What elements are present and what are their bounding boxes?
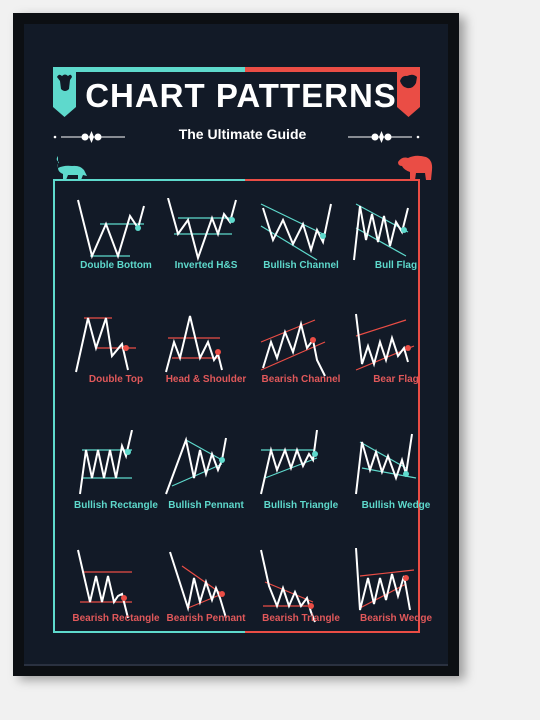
bull-head-icon (53, 67, 76, 117)
poster-subtitle: The Ultimate Guide (178, 126, 307, 142)
pattern-double-bottom: Double Bottom (70, 198, 162, 308)
breakout-point (320, 233, 326, 239)
pattern-diagram (260, 203, 332, 261)
pattern-diagram (355, 548, 415, 611)
bull-icon (54, 154, 88, 180)
pattern-diagram (167, 198, 237, 262)
trend-line (187, 593, 223, 609)
trend-line (359, 441, 407, 469)
poster-title: CHART PATTERNS (85, 77, 397, 114)
price-line (260, 549, 316, 623)
price-line (169, 551, 227, 619)
price-line (77, 199, 145, 260)
breakout-point (229, 217, 235, 223)
breakout-point (219, 591, 225, 597)
pattern-bearish-pennant: Bearish Pennant (160, 548, 252, 658)
breakout-point (219, 457, 225, 463)
pattern-diagram (260, 319, 326, 377)
breakout-point (125, 449, 131, 455)
pattern-bull-flag: Bull Flag (350, 198, 442, 308)
pattern-bullish-channel: Bullish Channel (255, 198, 347, 308)
breakout-point (215, 349, 221, 355)
breakout-point (135, 225, 141, 231)
pattern-diagram (165, 315, 223, 373)
breakout-point (403, 575, 409, 581)
price-line (355, 433, 413, 495)
pattern-bearish-triangle: Bearish Triangle (255, 548, 347, 658)
pattern-diagram (353, 203, 409, 261)
pattern-bearish-rectangle: Bearish Rectangle (70, 548, 162, 658)
price-line (262, 203, 332, 254)
pattern-diagram (77, 549, 132, 619)
pattern-label: Bull Flag (374, 260, 418, 271)
banner-bar-bullish (53, 67, 245, 72)
price-line (79, 430, 133, 495)
price-line (355, 548, 411, 611)
price-line (75, 317, 129, 373)
pattern-bullish-pennant: Bullish Pennant (160, 430, 252, 540)
pattern-diagram (260, 549, 316, 623)
pattern-label: Bullish Wedge (361, 500, 431, 511)
banner-bar-bearish (245, 67, 420, 72)
pattern-diagram (169, 551, 227, 619)
pattern-bullish-rectangle: Bullish Rectangle (70, 430, 162, 540)
pattern-bearish-wedge: Bearish Wedge (350, 548, 442, 658)
breakout-point (310, 337, 316, 343)
price-line (167, 198, 237, 262)
flourish-divider-icon (345, 128, 420, 143)
frame-bevel (24, 664, 448, 666)
pattern-diagram (75, 317, 136, 373)
pattern-bullish-triangle: Bullish Triangle (255, 430, 347, 540)
price-line (165, 436, 227, 495)
pattern-inverted-hands: Inverted H&S (160, 198, 252, 308)
breakout-point (403, 471, 409, 477)
price-line (262, 320, 326, 377)
pattern-bearish-channel: Bearish Channel (255, 312, 347, 422)
breakout-point (121, 595, 127, 601)
pattern-bear-flag: Bear Flag (350, 312, 442, 422)
pattern-bullish-wedge: Bullish Wedge (350, 430, 442, 540)
pattern-diagram (355, 313, 415, 371)
breakout-point (312, 451, 318, 457)
breakout-point (405, 345, 411, 351)
price-line (260, 430, 318, 495)
price-line (165, 315, 223, 373)
trend-line (185, 439, 223, 461)
pattern-diagram (77, 199, 145, 260)
breakout-point (308, 603, 314, 609)
trend-line (355, 319, 407, 337)
price-line (77, 549, 129, 619)
breakout-point (401, 227, 407, 233)
bear-icon (396, 154, 434, 180)
pattern-double-top: Double Top (70, 312, 162, 422)
flourish-divider-icon (53, 128, 128, 143)
pattern-head-and-shoulder: Head & Shoulder (160, 312, 252, 422)
breakout-point (123, 345, 129, 351)
pattern-label: Bear Flag (373, 374, 419, 385)
pattern-label: Bearish Wedge (359, 613, 433, 624)
